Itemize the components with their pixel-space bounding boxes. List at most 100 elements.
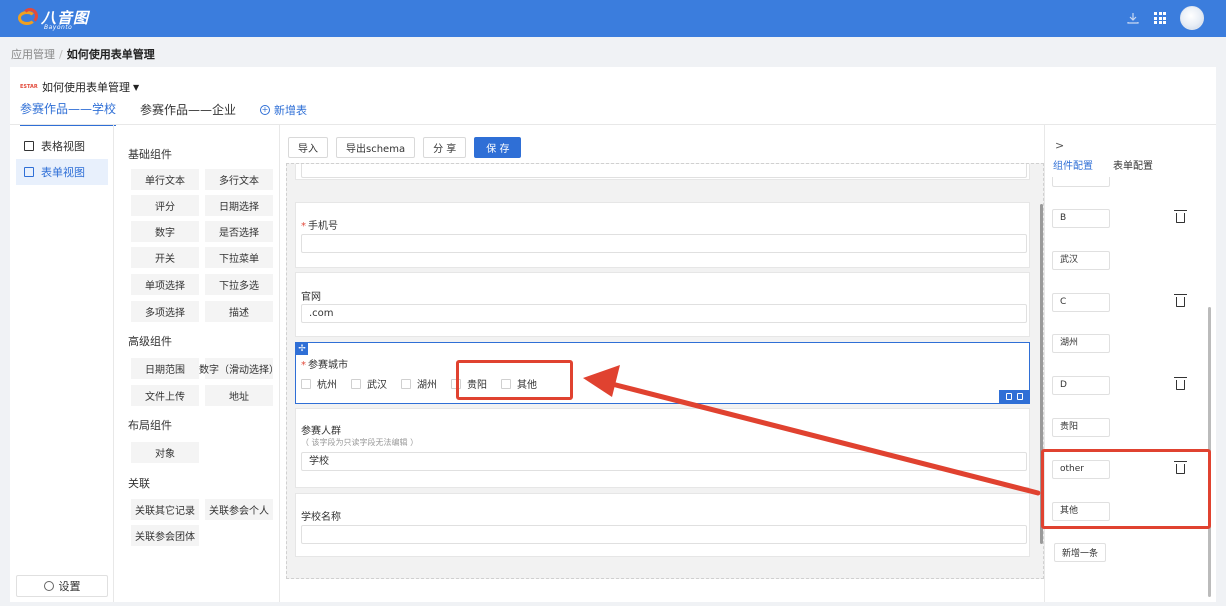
nav-form-view[interactable]: 表单视图 — [16, 159, 108, 185]
option-value-input[interactable]: 武汉 — [1052, 251, 1110, 270]
website-input[interactable]: .com — [301, 304, 1027, 323]
caret-down-icon: ▼ — [133, 82, 140, 92]
palette-item[interactable]: 开关 — [131, 247, 199, 268]
user-avatar[interactable] — [1180, 6, 1204, 30]
palette-item[interactable]: 描述 — [205, 301, 273, 322]
palette-item[interactable]: 数字（滑动选择） — [199, 358, 279, 379]
checkbox[interactable] — [401, 378, 411, 389]
app-logo[interactable]: 八音图 Bayonto — [18, 7, 89, 31]
main-card: ESTAR 如何使用表单管理 ▼ 参赛作品——学校 参赛作品——企业 + 新增表… — [10, 67, 1216, 602]
layout-components-title: 布局组件 — [128, 419, 172, 432]
form-field-crowd[interactable]: 参赛人群 （ 该字段为只读字段无法编辑 ） 学校 — [295, 408, 1030, 488]
palette-item[interactable]: 文件上传 — [131, 385, 199, 406]
checkbox-option[interactable]: 武汉 — [351, 376, 387, 391]
relation-components-title: 关联 — [128, 477, 150, 490]
trash-icon[interactable] — [1174, 294, 1187, 307]
app-name: 如何使用表单管理 — [42, 81, 130, 94]
school-name-input[interactable] — [301, 525, 1027, 544]
palette-item[interactable]: 下拉菜单 — [205, 247, 273, 268]
breadcrumb: 应用管理 / 如何使用表单管理 — [11, 48, 155, 61]
top-bar: 八音图 Bayonto — [0, 0, 1226, 37]
trash-icon[interactable] — [1174, 210, 1187, 223]
crowd-input: 学校 — [301, 452, 1027, 471]
component-palette: 基础组件 单行文本 多行文本 评分 日期选择 数字 是否选择 开关 下拉菜单 单… — [115, 125, 280, 602]
palette-item[interactable]: 多项选择 — [131, 301, 199, 322]
gear-icon — [43, 581, 54, 591]
checkbox[interactable] — [301, 378, 311, 389]
form-field-city[interactable]: ✢ * 参赛城市 杭州 武汉 湖州 贵阳 其他 — [295, 342, 1030, 404]
readonly-hint: （ 该字段为只读字段无法编辑 ） — [301, 438, 419, 447]
palette-item[interactable]: 评分 — [131, 195, 199, 216]
share-button[interactable]: 分 享 — [423, 137, 467, 158]
palette-item[interactable]: 单项选择 — [131, 274, 199, 295]
phone-input[interactable] — [301, 234, 1027, 253]
export-schema-button[interactable]: 导出schema — [336, 137, 416, 158]
logo-subtext: Bayonto — [44, 24, 73, 31]
palette-item[interactable]: 下拉多选 — [205, 274, 273, 295]
nav-table-view[interactable]: 表格视图 — [16, 133, 108, 159]
app-grid-icon[interactable] — [1154, 12, 1166, 24]
palette-item[interactable]: 关联参会团体 — [131, 525, 199, 546]
trash-icon[interactable] — [1174, 377, 1187, 390]
highlight-box-option — [456, 360, 573, 400]
nav-form-view-label: 表单视图 — [41, 166, 85, 179]
field-label: 官网 — [301, 292, 321, 303]
checkbox[interactable] — [351, 378, 361, 389]
palette-item[interactable]: 日期选择 — [205, 195, 273, 216]
palette-item[interactable]: 单行文本 — [131, 169, 199, 190]
tab-enterprise[interactable]: 参赛作品——企业 — [140, 101, 236, 125]
field-label: 参赛人群 — [301, 426, 341, 437]
field-input[interactable] — [301, 164, 1027, 178]
option-key-input[interactable]: C — [1052, 293, 1110, 312]
basic-components-title: 基础组件 — [128, 148, 172, 161]
tab-school[interactable]: 参赛作品——学校 — [20, 100, 117, 126]
drag-handle-icon[interactable]: ✢ — [296, 343, 308, 355]
field-label: 学校名称 — [301, 512, 341, 523]
form-field-website[interactable]: 官网 .com — [295, 272, 1030, 337]
palette-item[interactable]: 关联参会个人 — [205, 499, 273, 520]
field-actions — [999, 390, 1029, 403]
palette-item[interactable]: 日期范围 — [131, 358, 199, 379]
palette-item[interactable]: 地址 — [205, 385, 273, 406]
copy-icon[interactable] — [1016, 393, 1023, 400]
config-panel: > 组件配置 表单配置 B 武汉 C 湖州 D 贵阳 other 其他 新增一条 — [1044, 125, 1216, 602]
palette-item[interactable]: 多行文本 — [205, 169, 273, 190]
highlight-box-config — [1041, 449, 1211, 529]
table-tabs: 参赛作品——学校 参赛作品——企业 + 新增表 — [20, 100, 307, 126]
import-button[interactable]: 导入 — [288, 137, 328, 158]
option-key-input[interactable]: D — [1052, 376, 1110, 395]
checkbox-option[interactable]: 杭州 — [301, 376, 337, 391]
palette-item[interactable]: 数字 — [131, 221, 199, 242]
option-value-input[interactable]: 贵阳 — [1052, 418, 1110, 437]
table-icon — [24, 141, 34, 151]
settings-label: 设置 — [58, 580, 81, 593]
download-icon[interactable] — [1126, 11, 1140, 25]
add-option-button[interactable]: 新增一条 — [1054, 543, 1106, 562]
option-list: B 武汉 C 湖州 D 贵阳 other 其他 新增一条 — [1045, 177, 1217, 599]
option-key-input[interactable]: B — [1052, 209, 1110, 228]
palette-item[interactable]: 对象 — [131, 442, 199, 463]
field-label: * 手机号 — [301, 221, 338, 232]
option-value-input[interactable]: 湖州 — [1052, 334, 1110, 353]
form-field-school[interactable]: 学校名称 — [295, 493, 1030, 557]
app-switcher[interactable]: ESTAR 如何使用表单管理 ▼ — [20, 79, 139, 95]
logo-icon — [18, 7, 40, 28]
form-field-phone[interactable]: * 手机号 — [295, 202, 1030, 268]
app-badge-icon: ESTAR — [20, 83, 38, 90]
option-value-input[interactable] — [1052, 177, 1110, 187]
view-nav: 表格视图 表单视图 设置 — [10, 125, 114, 602]
chevron-right-icon[interactable]: > — [1055, 139, 1064, 152]
form-canvas[interactable]: * 手机号 官网 .com ✢ * 参赛城市 杭州 武汉 湖州 贵阳 其他 参赛人群 — [286, 163, 1044, 579]
form-field-partial[interactable] — [295, 164, 1030, 180]
checkbox-option[interactable]: 湖州 — [401, 376, 437, 391]
form-toolbar: 导入 导出schema 分 享 保 存 — [288, 137, 522, 158]
delete-icon[interactable] — [1005, 393, 1012, 400]
settings-button[interactable]: 设置 — [16, 575, 108, 597]
save-button[interactable]: 保 存 — [474, 137, 522, 158]
breadcrumb-root[interactable]: 应用管理 — [11, 48, 55, 61]
add-table-button[interactable]: + 新增表 — [260, 102, 307, 125]
palette-item[interactable]: 关联其它记录 — [131, 499, 199, 520]
field-label: * 参赛城市 — [301, 360, 348, 371]
breadcrumb-current: 如何使用表单管理 — [66, 48, 155, 61]
palette-item[interactable]: 是否选择 — [205, 221, 273, 242]
